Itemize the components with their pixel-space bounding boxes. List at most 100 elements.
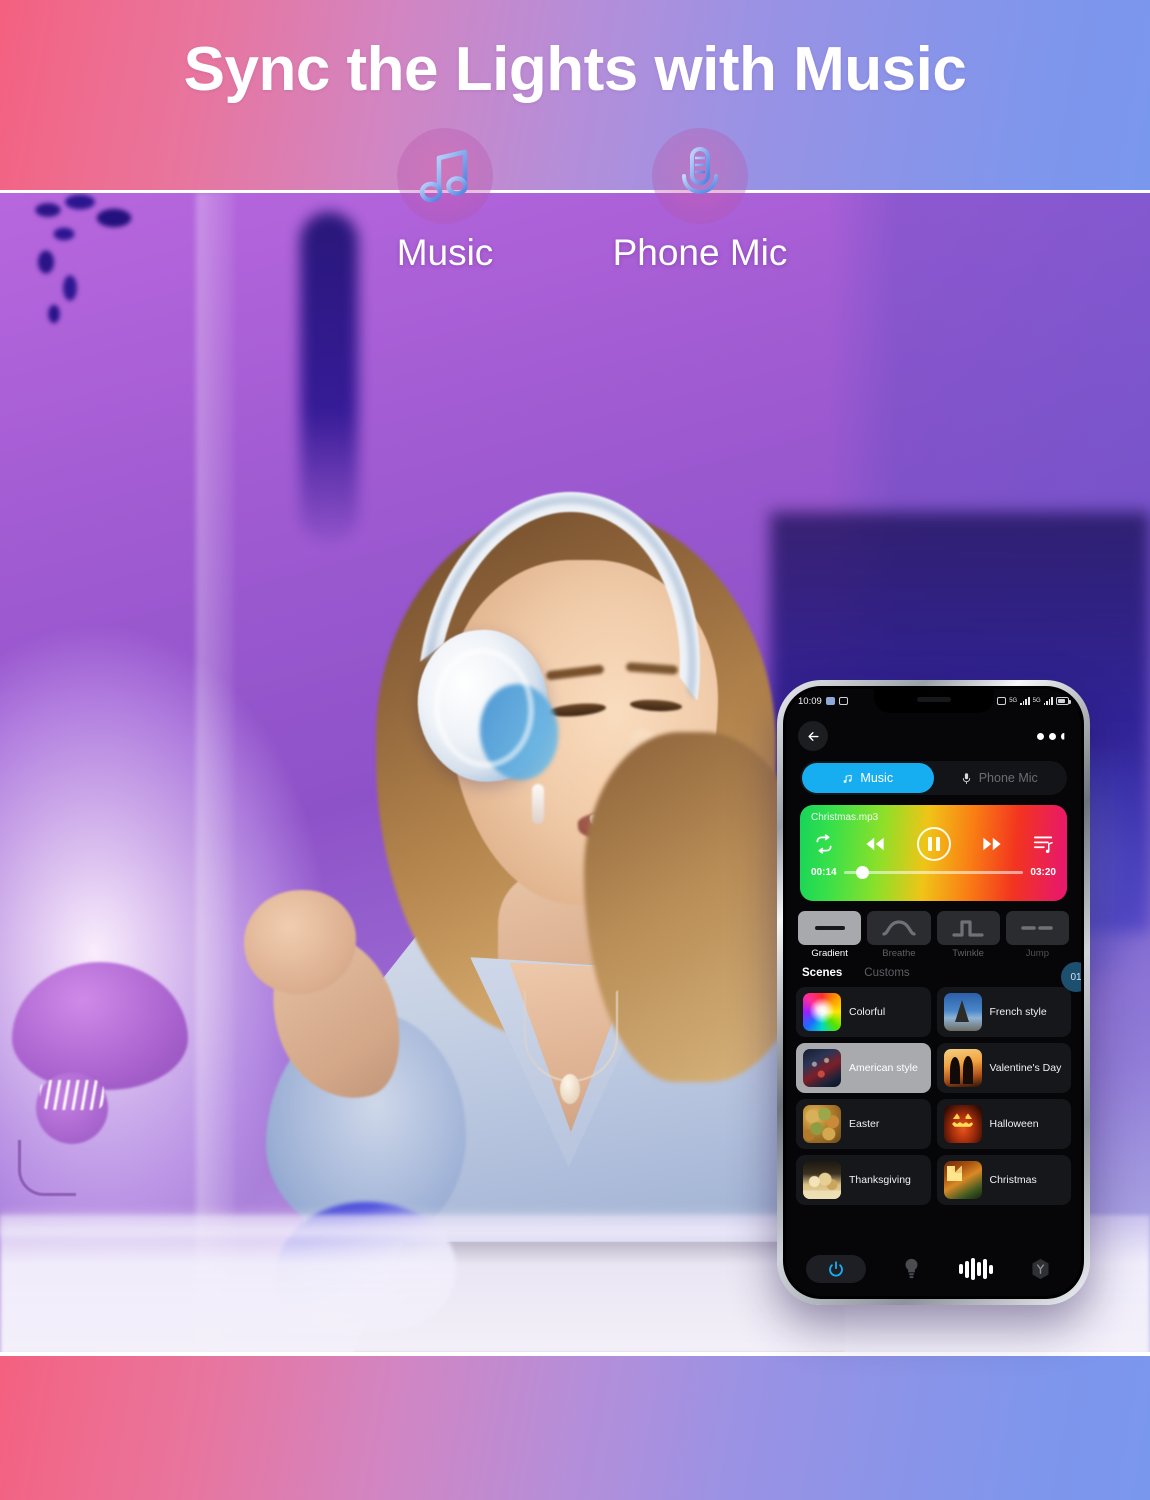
power-button[interactable] [806, 1255, 867, 1283]
status-bar: 10:09 5G 5G [786, 689, 1081, 713]
tab-music-label: Music [860, 771, 894, 785]
battery-icon [1056, 697, 1071, 705]
bulb-icon [905, 1258, 918, 1279]
easter-eggs-thumb [803, 1105, 841, 1143]
effect-tile [936, 911, 1000, 945]
effect-label: Twinkle [952, 948, 984, 959]
equalizer-nav-button[interactable] [956, 1255, 996, 1283]
rewind-icon[interactable] [864, 836, 886, 852]
scene-hex-icon [1032, 1258, 1049, 1280]
scene-grid: Colorful French style American style Val… [796, 987, 1071, 1205]
divider-bottom [0, 1352, 1150, 1356]
status-bar-time: 10:09 [798, 695, 822, 707]
scene-item-thanksgiving[interactable]: Thanksgiving [796, 1155, 931, 1205]
rainbow-burst-thumb [803, 993, 841, 1031]
vibrate-icon [997, 697, 1007, 705]
app-bottom-nav [786, 1248, 1081, 1296]
playlist-icon[interactable] [1033, 835, 1053, 853]
music-note-icon [844, 774, 853, 783]
effect-jump[interactable]: Jump [1005, 911, 1069, 959]
mode-callout-label: Music [396, 232, 494, 273]
scene-name: Colorful [849, 1005, 886, 1018]
couple-sunset-thumb [943, 1049, 982, 1087]
thanksgiving-table-thumb [803, 1161, 841, 1199]
screenshot-icon [838, 697, 848, 705]
jack-o-lantern-thumb [943, 1105, 982, 1143]
fast-forward-icon[interactable] [981, 836, 1003, 852]
wave-arc-icon [882, 920, 916, 936]
scene-name: Christmas [989, 1173, 1037, 1186]
necklace-pendant [560, 1074, 580, 1104]
microphone-icon [652, 128, 748, 224]
phone-bezel: 10:09 5G 5G Music Phone Mic Christmas.mp… [783, 686, 1084, 1299]
network-label-2: 5G [1032, 698, 1041, 704]
dashed-line-icon [1021, 926, 1054, 930]
equalizer-icon [959, 1258, 993, 1280]
necklace [524, 990, 618, 1082]
pause-button[interactable] [916, 827, 951, 861]
page-title: Sync the Lights with Music [183, 35, 967, 104]
app-screen: 10:09 5G 5G Music Phone Mic Christmas.mp… [786, 689, 1081, 1296]
signal-icon [1020, 697, 1030, 705]
effect-label: Jump [1025, 948, 1049, 959]
phone-mockup: 10:09 5G 5G Music Phone Mic Christmas.mp… [777, 680, 1090, 1305]
square-pulse-icon [952, 920, 984, 937]
eiffel-tower-thumb [943, 993, 982, 1031]
tab-customs[interactable]: Customs [864, 967, 909, 979]
scene-tabs: Scenes Customs 01 [802, 962, 1081, 992]
scene-item-christmas[interactable]: Christmas [936, 1155, 1071, 1205]
scene-item-valentines-day[interactable]: Valentine's Day [936, 1043, 1071, 1093]
scene-item-french-style[interactable]: French style [936, 987, 1071, 1037]
effect-gradient[interactable]: Gradient [798, 911, 862, 959]
status-bar-left: 10:09 [798, 696, 848, 707]
back-arrow-icon [807, 731, 819, 741]
scene-name: French style [989, 1005, 1047, 1018]
scene-name: Valentine's Day [989, 1061, 1062, 1074]
scene-nav-button[interactable] [1021, 1255, 1061, 1283]
tab-scenes[interactable]: Scenes [802, 967, 842, 979]
tab-phone-mic[interactable]: Phone Mic [934, 763, 1066, 793]
progress-row[interactable]: 00:14 03:20 [811, 866, 1056, 879]
effect-mode-row: Gradient Breathe Twinkle Jump [798, 911, 1069, 959]
app-navbar [786, 713, 1081, 755]
tab-music[interactable]: Music [802, 763, 934, 793]
repeat-icon[interactable] [814, 834, 834, 854]
progress-slider[interactable] [843, 866, 1024, 879]
more-dots-icon[interactable] [1037, 732, 1067, 740]
mode-callouts: Music Phone Mic [0, 128, 1150, 288]
lamp-bulb-icon [40, 1080, 104, 1110]
bulb-nav-button[interactable] [891, 1255, 931, 1283]
track-name: Christmas.mp3 [811, 812, 879, 823]
status-bar-right: 5G 5G [997, 697, 1071, 705]
mode-callout-phone-mic: Phone Mic [595, 128, 805, 274]
scene-name: Easter [849, 1117, 880, 1130]
christmas-tree-thumb [943, 1161, 982, 1199]
product-banner: Sync the Lights with Music Music Phone M… [0, 0, 1150, 1500]
network-label: 5G [1009, 698, 1018, 704]
effect-label: Gradient [811, 948, 848, 959]
lamp-cord [18, 1140, 76, 1196]
music-note-icon [397, 128, 493, 224]
pause-icon [927, 837, 940, 851]
effect-breathe[interactable]: Breathe [867, 911, 931, 959]
effect-label: Breathe [882, 948, 916, 959]
progress-knob[interactable] [856, 866, 870, 879]
wall-lamp-shade [12, 962, 188, 1090]
tab-phone-mic-label: Phone Mic [978, 771, 1038, 785]
footer-gradient-band [0, 1355, 1150, 1500]
effect-twinkle[interactable]: Twinkle [936, 911, 1000, 959]
elapsed-time: 00:14 [811, 867, 837, 878]
effect-tile [867, 911, 931, 945]
source-toggle: Music Phone Mic [800, 761, 1067, 795]
scene-item-easter[interactable]: Easter [796, 1099, 931, 1149]
scene-item-halloween[interactable]: Halloween [936, 1099, 1071, 1149]
scene-name: Thanksgiving [849, 1173, 911, 1186]
signal-icon-2 [1043, 697, 1053, 705]
scene-item-colorful[interactable]: Colorful [796, 987, 931, 1037]
alarm-icon [825, 697, 835, 705]
scene-item-american-style[interactable]: American style [796, 1043, 931, 1093]
player-controls [811, 827, 1056, 861]
back-button[interactable] [798, 721, 828, 751]
line-flat-icon [814, 926, 845, 930]
effect-tile [798, 911, 862, 945]
